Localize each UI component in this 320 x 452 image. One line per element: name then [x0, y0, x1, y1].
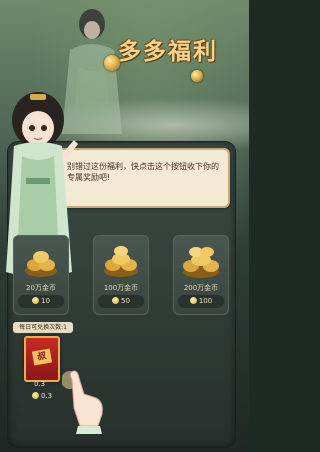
reward-price: 10 [18, 295, 64, 308]
coin-icon [104, 55, 120, 71]
packet-value: 0.3 [34, 380, 46, 388]
game-screen: 多多福利 别错过这份福利，快点击这个按钮收下你的专属奖励吧! 20万金币 10 [0, 0, 249, 452]
reward-card-200[interactable]: 200万金币 100 [173, 235, 229, 315]
dialog-text: 别错过这份福利，快点击这个按钮收下你的专属奖励吧! [67, 162, 219, 182]
reward-price: 100 [178, 295, 224, 308]
coin-pile-icon [183, 247, 219, 278]
packet-coin-value: 0.3 [32, 392, 52, 400]
coin-icon [189, 297, 197, 304]
reward-label: 20万金币 [26, 284, 56, 292]
reward-label: 100万金币 [103, 284, 139, 292]
coin-icon [32, 297, 40, 304]
reward-price: 50 [98, 295, 144, 308]
coin-pile-icon [104, 246, 138, 277]
coin-icon [112, 297, 120, 304]
daily-limit-label: 每日可兑换次数:1 [13, 322, 73, 333]
pointing-hand-icon [62, 370, 103, 434]
coin-icon [191, 70, 203, 82]
reward-card-100[interactable]: 100万金币 50 [93, 235, 149, 315]
banner-title: 多多福利 [118, 38, 218, 65]
red-packet-button[interactable]: 叔 [24, 336, 60, 382]
reward-card-20[interactable]: 20万金币 10 [13, 235, 69, 315]
coin-icon [32, 392, 39, 399]
reward-label: 200万金币 [183, 284, 219, 292]
red-packet-icon: 叔 [31, 348, 53, 366]
coin-pile-icon [25, 251, 57, 277]
